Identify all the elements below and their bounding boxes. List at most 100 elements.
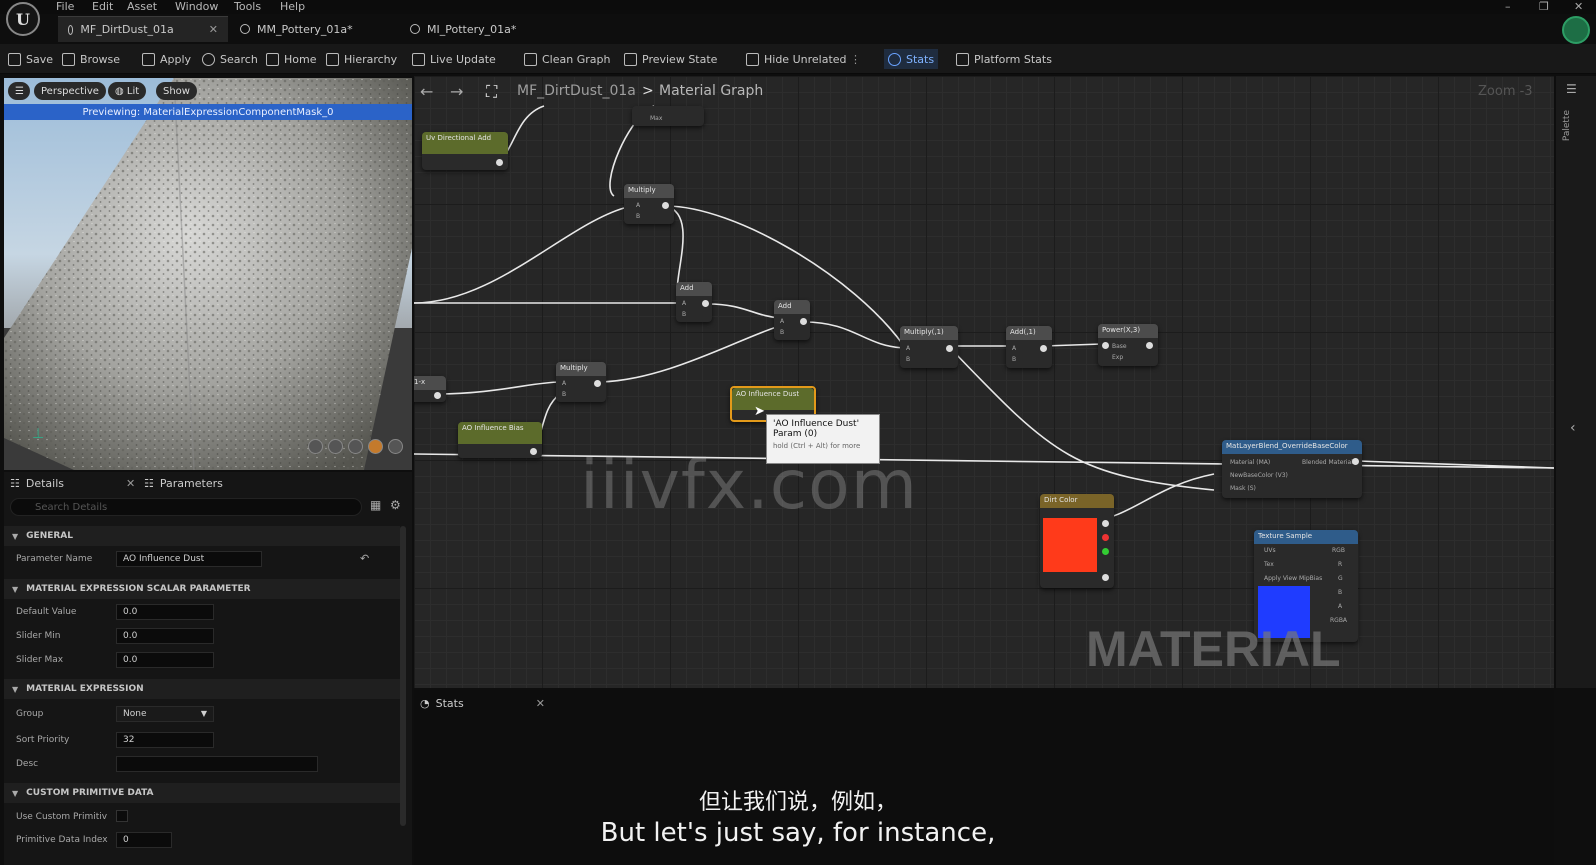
apply-button[interactable]: Apply xyxy=(138,49,195,69)
slider-max-field[interactable]: 0.0 xyxy=(116,652,214,668)
gear-icon[interactable]: ⚙ xyxy=(390,498,401,512)
node-multiply-top[interactable]: Multiply(,1) A B xyxy=(900,326,958,368)
node-ao-influence-bias[interactable]: AO Influence Bias xyxy=(458,422,542,458)
mesh-cube-icon[interactable] xyxy=(368,439,383,454)
mesh-cylinder-icon[interactable] xyxy=(308,439,323,454)
node-uv-directional[interactable]: Uv Directional Add xyxy=(422,132,508,170)
node-power[interactable]: Power(X,3) Base Exp xyxy=(1098,324,1158,366)
section-general[interactable]: ▼ GENERAL xyxy=(4,526,400,546)
slider-min-field[interactable]: 0.0 xyxy=(116,628,214,644)
maximize-button[interactable]: ❐ xyxy=(1539,0,1549,13)
sort-priority-field[interactable]: 32 xyxy=(116,732,214,748)
output-pin[interactable] xyxy=(496,159,503,166)
home-button[interactable]: Home xyxy=(262,49,320,69)
output-pin[interactable] xyxy=(530,448,537,455)
output-pin[interactable] xyxy=(1040,345,1047,352)
viewport-menu-icon[interactable]: ☰ xyxy=(8,82,30,100)
perspective-button[interactable]: Perspective xyxy=(34,82,106,100)
clean-graph-button[interactable]: Clean Graph xyxy=(520,49,614,69)
output-pin[interactable] xyxy=(594,380,601,387)
tooltip-title: 'AO Influence Dust' xyxy=(773,419,860,429)
close-icon[interactable]: ✕ xyxy=(209,23,218,36)
graph-overview-icon[interactable]: ⛶ xyxy=(486,82,497,102)
preview-state-button[interactable]: Preview State xyxy=(620,49,721,69)
close-icon[interactable]: ✕ xyxy=(126,477,135,490)
breadcrumb-asset[interactable]: MF_DirtDust_01a xyxy=(517,83,636,99)
output-pin[interactable] xyxy=(800,318,807,325)
tab-details[interactable]: ☷ Details ✕ xyxy=(10,472,135,494)
save-button[interactable]: Save xyxy=(4,49,57,69)
output-pin-a[interactable] xyxy=(1102,574,1109,581)
close-icon[interactable]: ✕ xyxy=(536,697,545,710)
output-pin[interactable] xyxy=(434,392,441,399)
section-scalar-parameter[interactable]: ▼ MATERIAL EXPRESSION SCALAR PARAMETER xyxy=(4,579,400,599)
mesh-custom-icon[interactable] xyxy=(388,439,403,454)
show-button[interactable]: Show xyxy=(156,82,197,100)
forward-arrow-icon[interactable]: → xyxy=(450,82,463,101)
platform-stats-button[interactable]: Platform Stats xyxy=(952,49,1056,69)
tab-mi-pottery[interactable]: MI_Pottery_01a* xyxy=(400,16,570,42)
lit-button[interactable]: ◍ Lit xyxy=(108,82,147,100)
close-window-button[interactable]: ✕ xyxy=(1574,0,1583,13)
section-material-expression[interactable]: ▼ MATERIAL EXPRESSION xyxy=(4,679,400,699)
stats-button[interactable]: Stats xyxy=(884,49,939,69)
node-add-2[interactable]: Add A B xyxy=(774,300,810,340)
search-details-input[interactable]: Search Details xyxy=(10,498,362,516)
preview-viewport[interactable]: ☰ Perspective ◍ Lit Show Previewing: Mat… xyxy=(4,78,412,470)
tab-stats[interactable]: ◔ Stats ✕ xyxy=(420,692,545,714)
more-options-icon[interactable]: ⋮ xyxy=(846,49,865,69)
default-value-field[interactable]: 0.0 xyxy=(116,604,214,620)
reset-icon[interactable]: ↶ xyxy=(360,552,369,565)
menu-help[interactable]: Help xyxy=(280,0,305,13)
node-add-1[interactable]: Add A B xyxy=(676,282,712,322)
node-title: MatLayerBlend_OverrideBaseColor xyxy=(1222,440,1362,454)
chevron-down-icon: ▼ xyxy=(12,684,19,694)
back-arrow-icon[interactable]: ← xyxy=(420,82,433,101)
output-pin-r[interactable] xyxy=(1102,534,1109,541)
output-pin[interactable] xyxy=(1102,520,1109,527)
desc-field[interactable] xyxy=(116,756,318,772)
output-pin[interactable] xyxy=(1352,458,1359,465)
tab-mm-pottery[interactable]: MM_Pottery_01a* xyxy=(230,16,400,42)
output-pin[interactable] xyxy=(702,300,709,307)
node-add-3[interactable]: Add(,1) A B xyxy=(1006,326,1052,368)
node-dirt-color[interactable]: Dirt Color xyxy=(1040,494,1114,588)
output-pin[interactable] xyxy=(1146,342,1153,349)
chevron-left-icon[interactable]: ‹ xyxy=(1570,420,1576,436)
hierarchy-button[interactable]: Hierarchy xyxy=(322,49,401,69)
tab-parameters[interactable]: ☷ Parameters xyxy=(144,472,223,494)
menu-edit[interactable]: Edit xyxy=(92,0,113,13)
browse-button[interactable]: Browse xyxy=(58,49,124,69)
parameter-name-field[interactable]: AO Influence Dust xyxy=(116,551,262,567)
node-multiply-1[interactable]: Multiply A B xyxy=(624,184,674,224)
avatar[interactable] xyxy=(1562,16,1590,44)
palette-list-icon[interactable]: ☰ xyxy=(1566,82,1577,96)
group-dropdown[interactable]: None ▼ xyxy=(116,706,214,722)
hide-unrelated-button[interactable]: Hide Unrelated xyxy=(742,49,851,69)
node-max[interactable]: Max xyxy=(632,106,704,126)
graph-header: ← → ⛶ MF_DirtDust_01a > Material Graph Z… xyxy=(414,76,1554,106)
grid-view-icon[interactable]: ▦ xyxy=(370,498,381,512)
output-pin[interactable] xyxy=(946,345,953,352)
search-button[interactable]: Search xyxy=(198,49,262,69)
mesh-sphere-icon[interactable] xyxy=(328,439,343,454)
material-graph[interactable]: ← → ⛶ MF_DirtDust_01a > Material Graph Z… xyxy=(414,76,1554,688)
tab-mf-dirtdust[interactable]: MF_DirtDust_01a ✕ xyxy=(58,16,228,42)
input-pin[interactable] xyxy=(1102,342,1109,349)
menu-file[interactable]: File xyxy=(56,0,74,13)
output-pin-g[interactable] xyxy=(1102,548,1109,555)
menu-tools[interactable]: Tools xyxy=(234,0,261,13)
palette-tab[interactable]: Palette xyxy=(1562,110,1572,141)
live-update-button[interactable]: Live Update xyxy=(408,49,500,69)
menu-window[interactable]: Window xyxy=(175,0,218,13)
mesh-plane-icon[interactable] xyxy=(348,439,363,454)
node-matlayer-blend[interactable]: MatLayerBlend_OverrideBaseColor Material… xyxy=(1222,440,1362,498)
output-pin[interactable] xyxy=(662,202,669,209)
pin-tex: Tex xyxy=(1264,561,1274,568)
details-scrollbar[interactable] xyxy=(400,526,406,826)
material-function-icon xyxy=(68,24,74,35)
menu-asset[interactable]: Asset xyxy=(127,0,157,13)
node-one-minus[interactable]: 1-x xyxy=(414,376,446,402)
minimize-button[interactable]: – xyxy=(1505,0,1511,13)
node-multiply-2[interactable]: Multiply A B xyxy=(556,362,606,402)
